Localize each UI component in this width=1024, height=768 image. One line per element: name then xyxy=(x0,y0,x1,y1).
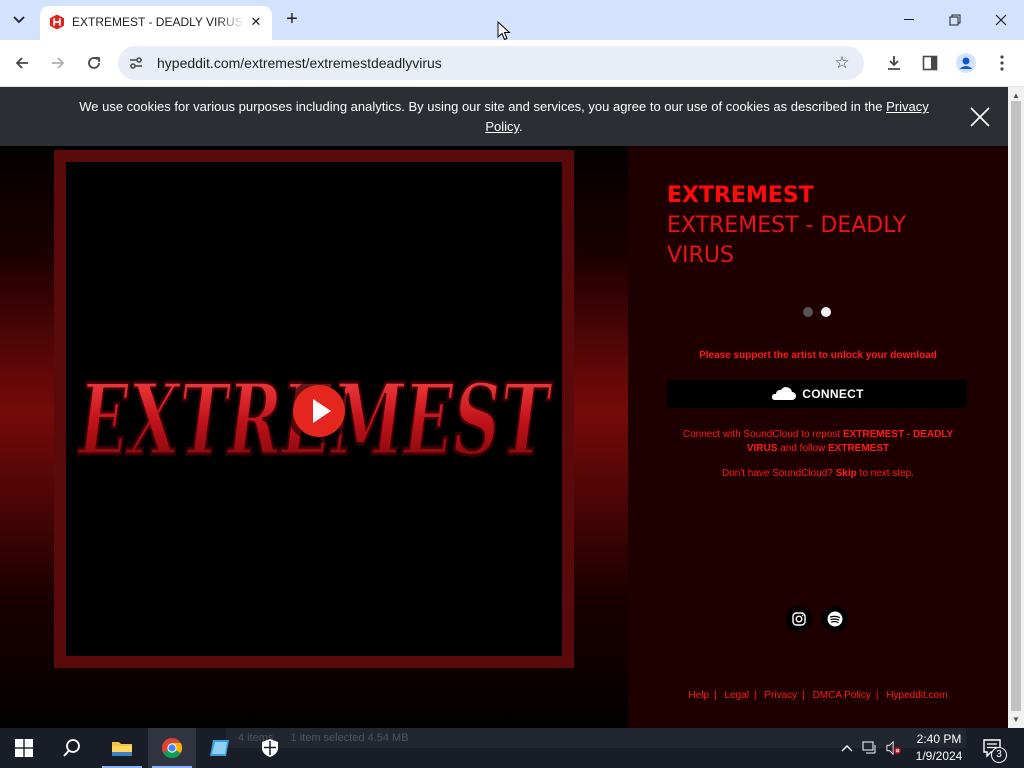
skip-link[interactable]: Skip xyxy=(836,468,857,479)
close-window-icon[interactable] xyxy=(978,0,1024,40)
explorer-status-bar: 4 items 1 item selected 4.54 MB xyxy=(226,728,966,748)
close-icon[interactable] xyxy=(968,105,992,129)
page-scrollbar[interactable]: ▲ ▼ xyxy=(1008,87,1024,728)
connect-description: Connect with SoundCloud to repost EXTREM… xyxy=(668,428,968,456)
back-arrow-icon[interactable] xyxy=(10,51,34,75)
play-icon xyxy=(313,399,331,423)
download-gate-panel: EXTREMEST EXTREMEST - DEADLY VIRUS Pleas… xyxy=(628,146,1008,728)
browser-tab-bar: EXTREMEST - DEADLY VIRUS by EXTREMEST ✕ … xyxy=(0,0,1024,41)
play-button[interactable] xyxy=(293,385,345,437)
show-hidden-icons-chevron-icon[interactable] xyxy=(839,740,855,756)
volume-muted-icon[interactable] xyxy=(886,740,902,756)
download-icon[interactable] xyxy=(882,51,906,75)
skip-text: Don't have SoundCloud? Skip to next step… xyxy=(668,468,968,479)
browser-tab[interactable]: EXTREMEST - DEADLY VIRUS by EXTREMEST ✕ xyxy=(40,6,272,40)
skip-pre: Don't have SoundCloud? xyxy=(721,468,836,479)
step-dot-2-active xyxy=(821,307,831,317)
instagram-icon[interactable] xyxy=(786,606,812,632)
clock-time: 2:40 PM xyxy=(916,732,962,746)
photos-app-icon[interactable] xyxy=(196,728,244,768)
search-icon[interactable] xyxy=(48,728,96,768)
scroll-down-arrow-icon[interactable]: ▼ xyxy=(1012,715,1020,724)
unlock-prompt: Please support the artist to unlock your… xyxy=(699,350,937,361)
address-bar[interactable]: hypeddit.com/extremest/extremestdeadlyvi… xyxy=(118,46,864,80)
spotify-icon[interactable] xyxy=(822,606,848,632)
cookie-banner: We use cookies for various purposes incl… xyxy=(0,87,1008,146)
forward-arrow-icon[interactable] xyxy=(46,51,70,75)
browser-toolbar: hypeddit.com/extremest/extremestdeadlyvi… xyxy=(0,40,1024,87)
desc-mid: and follow xyxy=(777,443,829,454)
footer-link-privacy[interactable]: Privacy xyxy=(764,690,797,701)
system-clock[interactable]: 2:40 PM 1/9/2024 xyxy=(906,731,972,765)
artwork-panel: EXTREMEST xyxy=(0,146,628,728)
skip-post: to next step. xyxy=(856,468,915,479)
track-title: EXTREMEST - DEADLY VIRUS xyxy=(667,213,907,268)
soundcloud-icon xyxy=(772,387,797,400)
hypeddit-h-icon xyxy=(50,14,64,30)
desc-artist: EXTREMEST xyxy=(828,443,890,454)
artwork-image: EXTREMEST xyxy=(66,162,562,656)
desc-pre: Connect with SoundCloud to repost xyxy=(682,429,843,440)
cookie-text: We use cookies for various purposes incl… xyxy=(60,97,948,137)
chrome-icon[interactable] xyxy=(148,728,196,768)
reload-icon[interactable] xyxy=(82,51,106,75)
cookie-message: We use cookies for various purposes incl… xyxy=(79,99,887,114)
step-dot-1 xyxy=(803,307,813,317)
footer-link-dmca[interactable]: DMCA Policy xyxy=(813,690,871,701)
cookie-suffix: . xyxy=(519,119,523,134)
explorer-selection: 1 item selected 4.54 MB xyxy=(290,732,409,744)
windows-start-icon[interactable] xyxy=(0,728,48,768)
artwork-frame: EXTREMEST xyxy=(54,150,574,668)
tab-search-chevron-icon[interactable] xyxy=(7,8,31,32)
restore-icon[interactable] xyxy=(932,0,978,40)
scroll-thumb[interactable] xyxy=(1011,101,1021,711)
kebab-menu-icon[interactable] xyxy=(990,51,1014,75)
site-info-tune-icon[interactable] xyxy=(128,55,144,71)
page-viewport: We use cookies for various purposes incl… xyxy=(0,87,1008,728)
soundcloud-connect-button[interactable]: CONNECT xyxy=(667,380,967,408)
bookmark-star-icon[interactable]: ☆ xyxy=(832,53,852,73)
footer-links: Help | Legal | Privacy | DMCA Policy | Hyped… xyxy=(688,690,948,701)
tab-title: EXTREMEST - DEADLY VIRUS by EXTREMEST xyxy=(72,15,244,29)
footer-link-help[interactable]: Help xyxy=(689,690,710,701)
connect-label: CONNECT xyxy=(802,387,864,401)
tab-close-icon[interactable]: ✕ xyxy=(248,14,264,30)
mouse-cursor-icon xyxy=(497,21,511,41)
windows-security-icon[interactable] xyxy=(246,728,294,768)
minimize-icon[interactable] xyxy=(886,0,932,40)
clock-date: 1/9/2024 xyxy=(915,749,963,763)
notification-count-badge: 3 xyxy=(991,747,1007,763)
side-panel-icon[interactable] xyxy=(918,51,942,75)
new-tab-plus-icon[interactable]: + xyxy=(282,9,302,29)
url-text[interactable]: hypeddit.com/extremest/extremestdeadlyvi… xyxy=(157,55,442,71)
artist-name: EXTREMEST xyxy=(667,183,814,208)
network-icon[interactable] xyxy=(862,740,878,756)
footer-link-hypeddit[interactable]: Hypeddit.com xyxy=(886,690,947,701)
scroll-up-arrow-icon[interactable]: ▲ xyxy=(1012,91,1020,100)
footer-link-legal[interactable]: Legal xyxy=(725,690,749,701)
profile-avatar-icon[interactable] xyxy=(954,51,978,75)
windows-taskbar: 4 items 1 item selected 4.54 MB 2:40 PM xyxy=(0,728,1024,768)
file-explorer-icon[interactable] xyxy=(98,728,146,768)
